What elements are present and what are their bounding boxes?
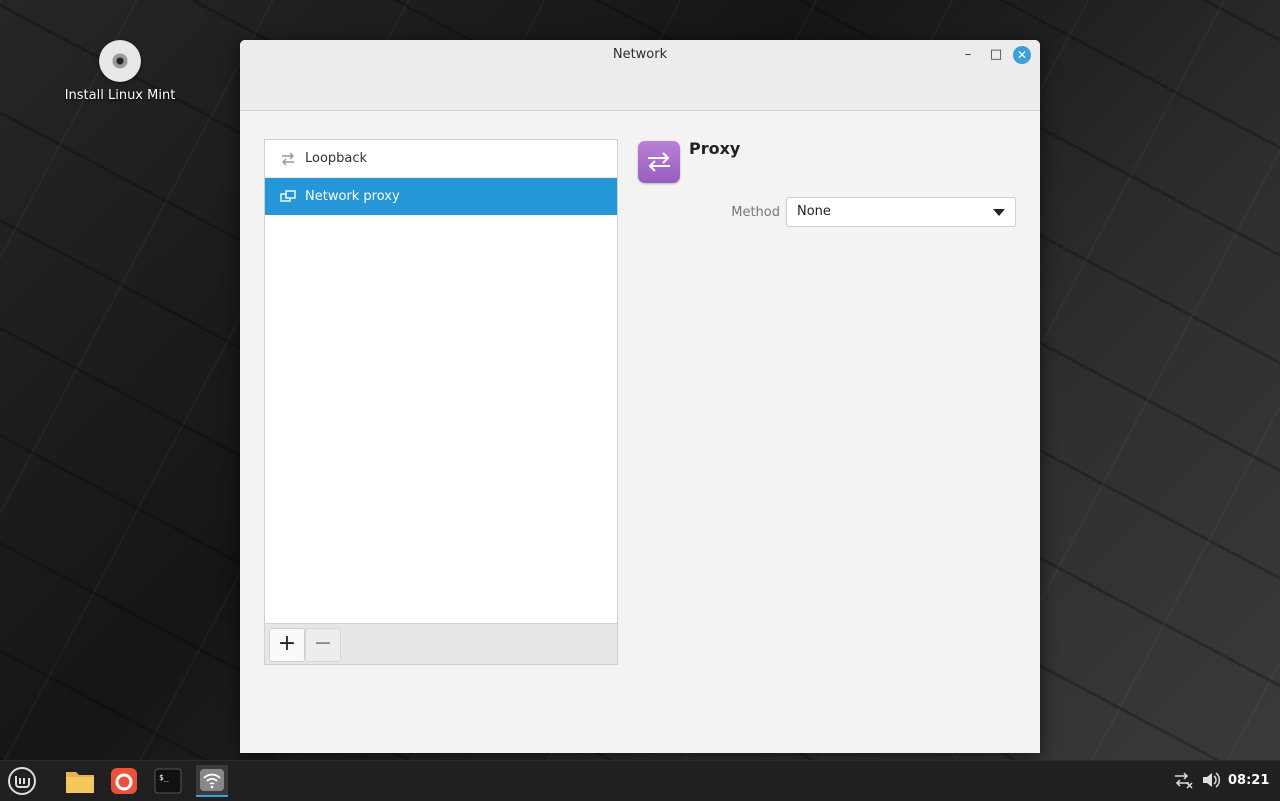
terminal-icon[interactable]: $_ — [152, 765, 184, 797]
window-titlebar[interactable]: Network – □ ✕ — [240, 40, 1040, 111]
minimize-button[interactable]: – — [959, 46, 977, 64]
list-item-label: Loopback — [305, 151, 368, 166]
connections-list: Loopback Network proxy + − — [264, 139, 618, 665]
svg-text:$_: $_ — [159, 773, 169, 782]
network-proxy-icon — [279, 188, 297, 206]
method-label: Method — [731, 205, 780, 220]
list-item-network-proxy[interactable]: Network proxy — [265, 178, 617, 215]
firefox-icon[interactable] — [108, 765, 140, 797]
network-window: Network – □ ✕ Loopback Network proxy + −… — [240, 40, 1040, 753]
maximize-button[interactable]: □ — [987, 46, 1005, 64]
files-folder-icon[interactable] — [64, 765, 96, 797]
proxy-title: Proxy — [689, 139, 741, 158]
network-settings-icon[interactable] — [196, 765, 228, 797]
add-connection-button[interactable]: + — [269, 628, 305, 662]
list-item-loopback[interactable]: Loopback — [265, 140, 617, 178]
list-toolbar: + − — [265, 623, 617, 664]
install-linux-mint-shortcut[interactable]: Install Linux Mint — [60, 40, 180, 103]
taskbar: $_ 08:21 — [0, 760, 1280, 801]
close-button[interactable]: ✕ — [1013, 46, 1031, 64]
window-title: Network — [612, 47, 668, 62]
cd-disc-icon — [99, 40, 141, 82]
mint-menu-icon[interactable] — [6, 765, 38, 797]
method-dropdown[interactable]: None — [786, 197, 1016, 227]
chevron-down-icon — [993, 209, 1005, 216]
clock[interactable]: 08:21 — [1228, 773, 1269, 788]
loopback-arrows-icon — [279, 150, 297, 168]
volume-icon[interactable] — [1201, 771, 1221, 793]
remove-connection-button[interactable]: − — [305, 628, 341, 662]
list-item-label: Network proxy — [305, 189, 400, 204]
method-selected-value: None — [797, 204, 831, 219]
desktop-icon-label: Install Linux Mint — [64, 88, 176, 103]
proxy-icon — [638, 141, 680, 183]
network-disconnected-icon[interactable] — [1173, 771, 1193, 793]
